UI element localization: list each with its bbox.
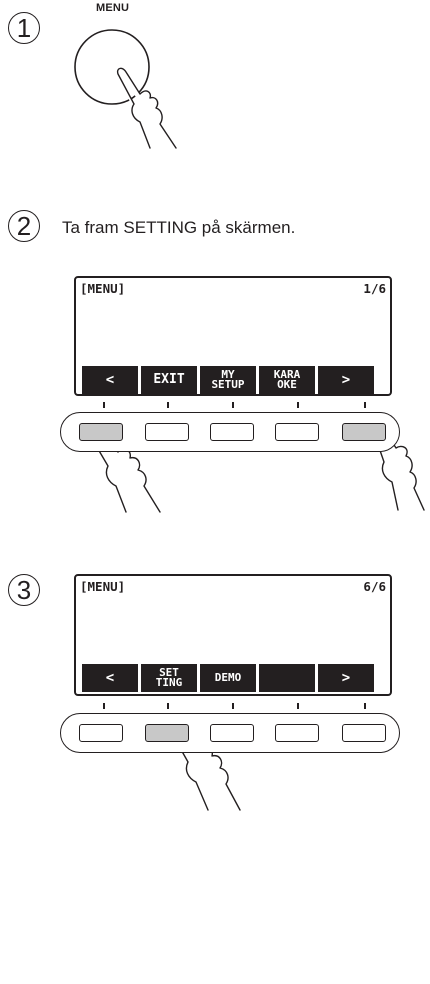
softkey-next: > [318,366,374,394]
button-ticks-step3 [0,703,430,709]
step-3-number: 3 [8,574,40,606]
display-page-indicator: 6/6 [363,579,386,594]
display-title: [MENU] [80,579,126,594]
softkey-setting: SET TING [141,664,197,692]
button-ticks-step2 [0,402,430,408]
tick [297,402,299,408]
illustration-layer [74,29,425,811]
softkey-empty [259,664,315,692]
hw-button-2[interactable] [145,724,189,742]
softkey-next: > [318,664,374,692]
softkey-prev: < [82,664,138,692]
hardware-button-row-step2 [60,412,400,452]
menu-button-label: MENU [96,2,130,14]
hw-button-5[interactable] [342,423,386,441]
hw-button-5[interactable] [342,724,386,742]
hw-button-1[interactable] [79,724,123,742]
hw-button-1[interactable] [79,423,123,441]
lcd-display-step3: [MENU] 6/6 < SET TING DEMO > [74,574,392,696]
tick [167,703,169,709]
softkey-demo: DEMO [200,664,256,692]
step-2-number: 2 [8,210,40,242]
menu-button [74,29,150,105]
hw-button-4[interactable] [275,724,319,742]
tick [364,703,366,709]
tick [297,703,299,709]
softkey-prev: < [82,366,138,394]
hw-button-4[interactable] [275,423,319,441]
softkey-bar: < EXIT MY SETUP KARA OKE > [82,366,374,394]
hardware-button-row-step3 [60,713,400,753]
hw-button-3[interactable] [210,724,254,742]
softkey-karaoke: KARA OKE [259,366,315,394]
display-title: [MENU] [80,281,126,296]
hw-button-3[interactable] [210,423,254,441]
hw-button-2[interactable] [145,423,189,441]
display-page-indicator: 1/6 [363,281,386,296]
softkey-my-setup: MY SETUP [200,366,256,394]
softkey-exit: EXIT [141,366,197,394]
lcd-display-step2: [MENU] 1/6 < EXIT MY SETUP KARA OKE > [74,276,392,396]
tick [103,402,105,408]
step-1-number: 1 [8,12,40,44]
pointing-hand-icon [116,67,177,149]
tick [167,402,169,408]
tick [232,703,234,709]
step-2-instruction: Ta fram SETTING på skärmen. [62,218,296,237]
tick [364,402,366,408]
tick [232,402,234,408]
softkey-bar: < SET TING DEMO > [82,664,374,692]
tick [103,703,105,709]
